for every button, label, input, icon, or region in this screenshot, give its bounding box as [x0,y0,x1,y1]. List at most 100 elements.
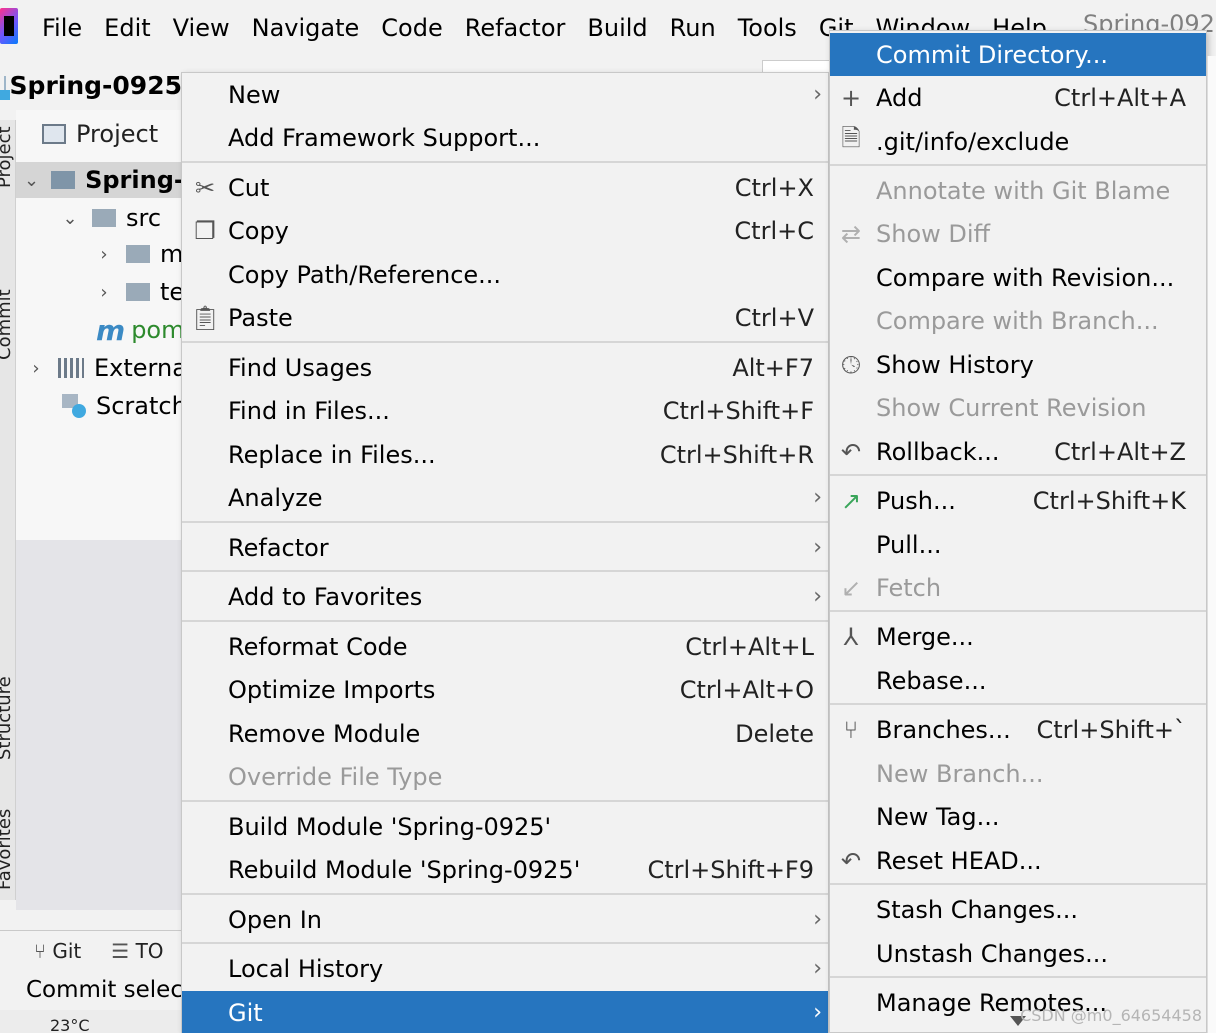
nav-project-name[interactable]: Spring-0925 [10,71,182,100]
tool-window-structure[interactable]: Structure [0,676,15,760]
navigation-bar: Spring-0925 [0,62,182,108]
menu-item-label: Show Current Revision [876,393,1147,422]
tree-item-test[interactable]: › te [94,274,182,310]
tool-window-favorites[interactable]: Favorites [0,809,15,890]
menu-item-add-framework-support[interactable]: Add Framework Support... [182,116,828,159]
chevron-right-icon[interactable]: › [94,282,114,303]
menu-item-shortcut: Ctrl+Shift+` [1036,715,1186,744]
git-item-rollback[interactable]: ↶ Rollback... Ctrl+Alt+Z [830,430,1206,473]
menu-item-label: Branches... [876,715,1011,744]
tree-item-label: te [160,278,182,306]
menu-item-refactor[interactable]: Refactor › [182,526,828,569]
tool-window-project[interactable]: Project [0,126,15,188]
menu-edit[interactable]: Edit [104,14,150,42]
menu-item-rebuild-module[interactable]: Rebuild Module 'Spring-0925' Ctrl+Shift+… [182,848,828,891]
menu-item-label: Add to Favorites [228,582,423,611]
chevron-down-icon[interactable]: ⌄ [24,170,39,191]
todo-tab[interactable]: ☰ TO [111,939,163,963]
menu-item-build-module[interactable]: Build Module 'Spring-0925' [182,805,828,848]
menu-item-label: Commit Directory... [876,40,1108,69]
chevron-right-icon: › [813,535,822,560]
menu-item-cut[interactable]: ✂ Cut Ctrl+X [182,166,828,209]
menu-item-label: Cut [228,173,270,202]
menu-run[interactable]: Run [670,14,716,42]
diff-icon: ⇄ [840,219,862,248]
git-item-show-history[interactable]: 🕓︎ Show History [830,343,1206,386]
bottom-tool-tabs: ⑂ Git ☰ TO [0,930,182,970]
project-panel: Project ⌄ Spring- ⌄ src › m › te m pom ›… [16,110,182,540]
tree-item-label: m [160,240,182,268]
project-panel-header[interactable]: Project [16,110,182,158]
menu-item-remove-module[interactable]: Remove Module Delete [182,712,828,755]
tool-window-commit[interactable]: Commit [0,289,15,360]
menu-item-label: Pull... [876,530,942,559]
fetch-icon: ↙ [840,573,862,602]
menu-item-local-history[interactable]: Local History › [182,947,828,990]
chevron-right-icon[interactable]: › [94,244,114,265]
git-tab[interactable]: ⑂ Git [34,939,81,963]
menu-item-replace-in-files[interactable]: Replace in Files... Ctrl+Shift+R [182,433,828,476]
menu-item-new[interactable]: New › [182,73,828,116]
tree-item-external-libraries[interactable]: › Externa [26,350,182,386]
menu-item-copy[interactable]: ❐ Copy Ctrl+C [182,209,828,252]
git-item-new-tag[interactable]: New Tag... [830,795,1206,838]
tree-item-main[interactable]: › m [94,236,182,272]
chevron-right-icon[interactable]: › [26,358,46,379]
git-item-pull[interactable]: Pull... [830,523,1206,566]
menu-item-copy-path[interactable]: Copy Path/Reference... [182,253,828,296]
tree-item-label: src [126,204,162,232]
chevron-right-icon: › [813,956,822,981]
git-item-unstash[interactable]: Unstash Changes... [830,932,1206,975]
menu-item-paste[interactable]: 📋︎ Paste Ctrl+V [182,296,828,339]
tree-item-root[interactable]: ⌄ Spring- [16,162,182,198]
menu-build[interactable]: Build [587,14,647,42]
menu-item-shortcut: Ctrl+Shift+F [662,396,814,425]
git-item-push[interactable]: ↗ Push... Ctrl+Shift+K [830,479,1206,522]
menu-navigate[interactable]: Navigate [252,14,360,42]
taskbar [0,1010,182,1033]
menu-code[interactable]: Code [381,14,442,42]
menu-item-shortcut: Ctrl+Alt+Z [1054,437,1186,466]
menu-item-label: Show History [876,350,1034,379]
menu-view[interactable]: View [173,14,230,42]
menu-item-label: New Tag... [876,802,1000,831]
chevron-right-icon: › [813,907,822,932]
menu-item-analyze[interactable]: Analyze › [182,476,828,519]
tree-item-src[interactable]: ⌄ src [60,200,161,236]
separator [182,893,828,895]
menu-item-label: Reset HEAD... [876,846,1042,875]
menu-item-reformat-code[interactable]: Reformat Code Ctrl+Alt+L [182,625,828,668]
menu-item-open-in[interactable]: Open In › [182,898,828,941]
menu-item-optimize-imports[interactable]: Optimize Imports Ctrl+Alt+O [182,668,828,711]
git-item-rebase[interactable]: Rebase... [830,659,1206,702]
menu-item-git[interactable]: Git › [182,991,828,1033]
chevron-down-icon[interactable]: ⌄ [60,208,80,229]
menu-item-label: Replace in Files... [228,440,436,469]
menu-item-label: Copy [228,216,289,245]
menu-item-add-to-favorites[interactable]: Add to Favorites › [182,575,828,618]
watermark: CSDN @m0_64654458 [1020,1006,1202,1025]
git-item-stash[interactable]: Stash Changes... [830,888,1206,931]
status-bar: Commit selec [0,970,183,1010]
menu-tools[interactable]: Tools [738,14,797,42]
menu-refactor[interactable]: Refactor [465,14,566,42]
project-panel-title: Project [76,120,159,148]
tree-item-pom[interactable]: m pom [96,312,182,348]
git-item-add[interactable]: + Add Ctrl+Alt+A [830,76,1206,119]
git-item-commit-directory[interactable]: Commit Directory... [830,33,1206,76]
git-tab-label: Git [52,938,82,963]
tree-item-label: Scratch [96,392,182,420]
git-item-fetch: ↙ Fetch [830,566,1206,609]
tree-item-scratches[interactable]: Scratch [62,388,182,424]
git-item-branches[interactable]: ⑂ Branches... Ctrl+Shift+` [830,708,1206,751]
separator [830,164,1206,166]
menu-item-find-in-files[interactable]: Find in Files... Ctrl+Shift+F [182,389,828,432]
menu-item-label: Copy Path/Reference... [228,260,502,289]
git-item-merge[interactable]: ⅄ Merge... [830,615,1206,658]
git-item-compare-revision[interactable]: Compare with Revision... [830,256,1206,299]
menu-item-find-usages[interactable]: Find Usages Alt+F7 [182,346,828,389]
git-item-exclude[interactable]: 🗎︎ .git/info/exclude [830,120,1206,163]
git-item-reset-head[interactable]: ↶ Reset HEAD... [830,839,1206,882]
menu-file[interactable]: File [42,14,82,42]
weather-widget[interactable]: 23°C [50,1016,90,1033]
